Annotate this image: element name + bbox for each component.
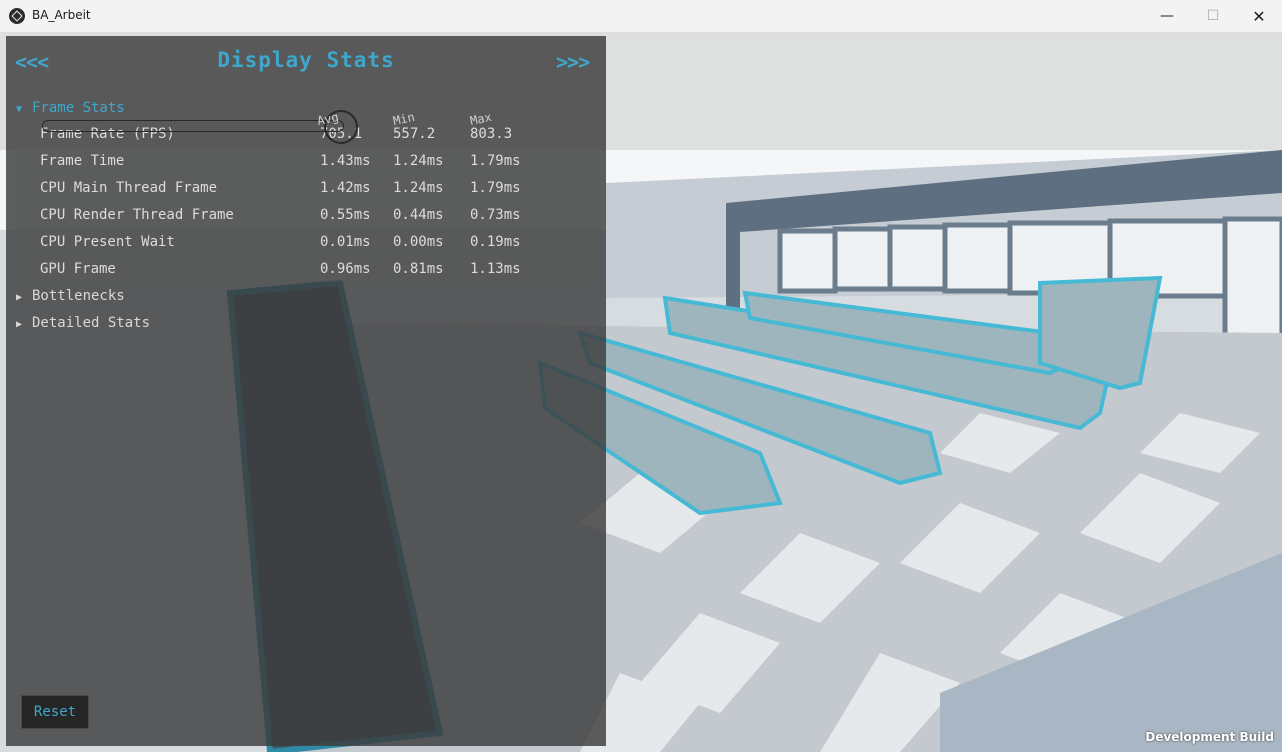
maximize-button[interactable]: ☐ — [1190, 0, 1236, 32]
stat-label: Frame Time — [40, 153, 125, 169]
stat-min: 1.24ms — [393, 153, 444, 169]
stat-avg: 0.96ms — [320, 261, 371, 277]
close-button[interactable]: ✕ — [1236, 0, 1282, 32]
stat-min: 0.00ms — [393, 234, 444, 250]
stat-label: GPU Frame — [40, 261, 116, 277]
stat-avg: 1.42ms — [320, 180, 371, 196]
stat-max: 1.79ms — [470, 153, 521, 169]
stat-label: CPU Render Thread Frame — [40, 207, 234, 223]
section-detailed-stats-label: Detailed Stats — [32, 315, 151, 331]
table-row: GPU Frame 0.96ms 0.81ms 1.13ms — [16, 257, 599, 284]
stat-min: 0.44ms — [393, 207, 444, 223]
display-stats-panel: <<< Display Stats >>> ▼ Frame Stats Frame… — [6, 36, 606, 746]
reset-button[interactable]: Reset — [21, 695, 89, 729]
stat-min: 1.24ms — [393, 180, 444, 196]
stat-max: 0.73ms — [470, 207, 521, 223]
stat-max: 1.79ms — [470, 180, 521, 196]
section-frame-stats[interactable]: ▼ Frame Stats — [16, 100, 125, 116]
stat-label: CPU Present Wait — [40, 234, 175, 250]
panel-title: Display Stats — [217, 48, 395, 72]
stat-avg: 1.43ms — [320, 153, 371, 169]
collapsed-triangle-icon: ▶ — [16, 292, 23, 303]
unity-app-icon — [9, 8, 25, 24]
stat-min: 0.81ms — [393, 261, 444, 277]
stat-max: 803.3 — [470, 126, 513, 142]
stat-avg: 0.55ms — [320, 207, 371, 223]
stat-label: CPU Main Thread Frame — [40, 180, 218, 196]
section-detailed-stats[interactable]: ▶ Detailed Stats — [16, 315, 150, 331]
expanded-triangle-icon: ▼ — [16, 104, 23, 115]
stat-max: 1.13ms — [470, 261, 521, 277]
stat-min: 557.2 — [393, 126, 436, 142]
window-titlebar: BA_Arbeit — ☐ ✕ — [0, 0, 1282, 33]
development-build-label: Development Build — [1145, 730, 1274, 744]
table-row: Frame Time 1.43ms 1.24ms 1.79ms — [16, 149, 599, 176]
table-row: CPU Render Thread Frame 0.55ms 0.44ms 0.… — [16, 203, 599, 230]
table-row: CPU Main Thread Frame 1.42ms 1.24ms 1.79… — [16, 176, 599, 203]
frame-stats-table: Frame Rate (FPS) 705.1 557.2 803.3 Frame… — [16, 122, 599, 282]
stat-max: 0.19ms — [470, 234, 521, 250]
table-row: CPU Present Wait 0.01ms 0.00ms 0.19ms — [16, 230, 599, 257]
fps-graph-track — [42, 120, 344, 132]
collapsed-triangle-icon: ▶ — [16, 319, 23, 330]
section-bottlenecks[interactable]: ▶ Bottlenecks — [16, 288, 125, 304]
section-frame-stats-label: Frame Stats — [32, 100, 125, 116]
section-bottlenecks-label: Bottlenecks — [32, 288, 125, 304]
next-panel-button[interactable]: >>> — [556, 50, 590, 74]
stat-avg: 0.01ms — [320, 234, 371, 250]
minimize-button[interactable]: — — [1144, 0, 1190, 32]
window-title: BA_Arbeit — [32, 8, 91, 22]
